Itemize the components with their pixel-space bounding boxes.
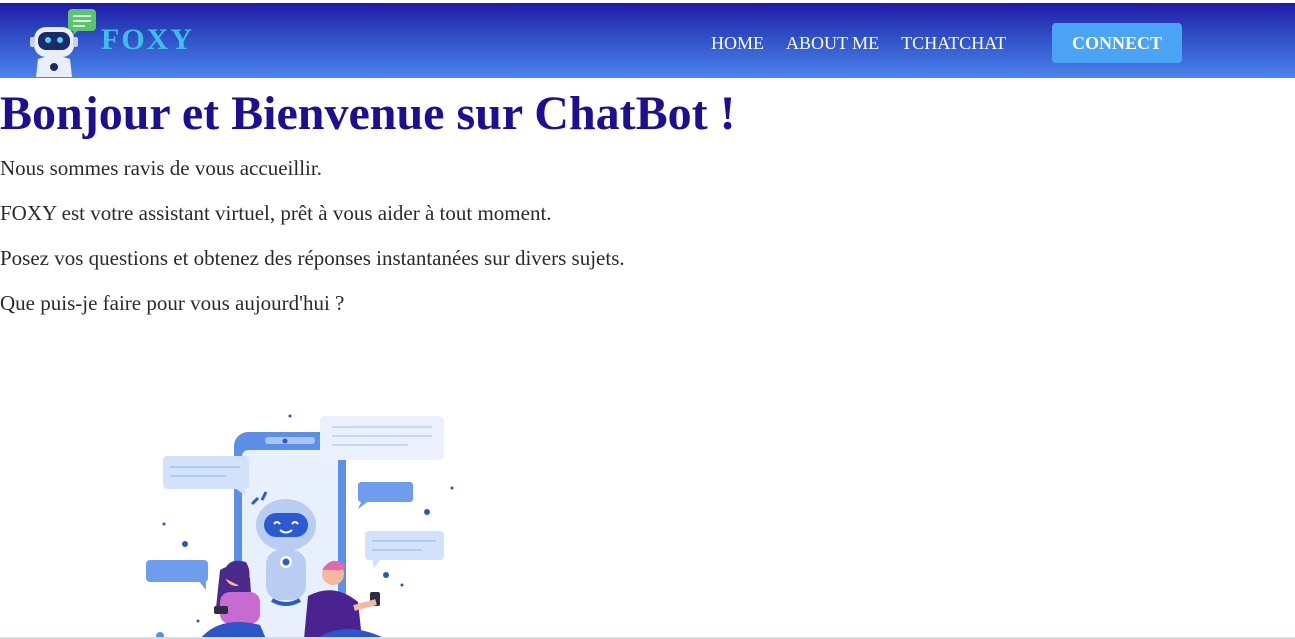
page-title: Bonjour et Bienvenue sur ChatBot ! — [0, 87, 736, 140]
nav-link-home[interactable]: HOME — [711, 23, 764, 63]
nav-link-about-me[interactable]: ABOUT ME — [786, 23, 879, 63]
robot-chat-icon — [30, 9, 96, 77]
intro-paragraph-3: Posez vos questions et obtenez des répon… — [0, 246, 625, 270]
intro-paragraph-4: Que puis-je faire pour vous aujourd'hui … — [0, 291, 345, 315]
chatbot-people-illustration — [146, 414, 454, 639]
intro-paragraph-1: Nous sommes ravis de vous accueillir. — [0, 156, 322, 180]
brand-logo[interactable]: FOXY — [28, 7, 203, 79]
main-content: Bonjour et Bienvenue sur ChatBot ! Nous … — [0, 78, 1295, 316]
nav-link-tchatchat[interactable]: TCHATCHAT — [901, 23, 1006, 63]
connect-button[interactable]: CONNECT — [1052, 23, 1182, 63]
main-nav: HOME ABOUT ME TCHATCHAT — [700, 23, 1017, 63]
brand-name: FOXY — [101, 23, 194, 56]
top-navbar: FOXY HOME ABOUT ME TCHATCHAT CONNECT — [0, 0, 1295, 78]
intro-paragraph-2: FOXY est votre assistant virtuel, prêt à… — [0, 201, 552, 225]
